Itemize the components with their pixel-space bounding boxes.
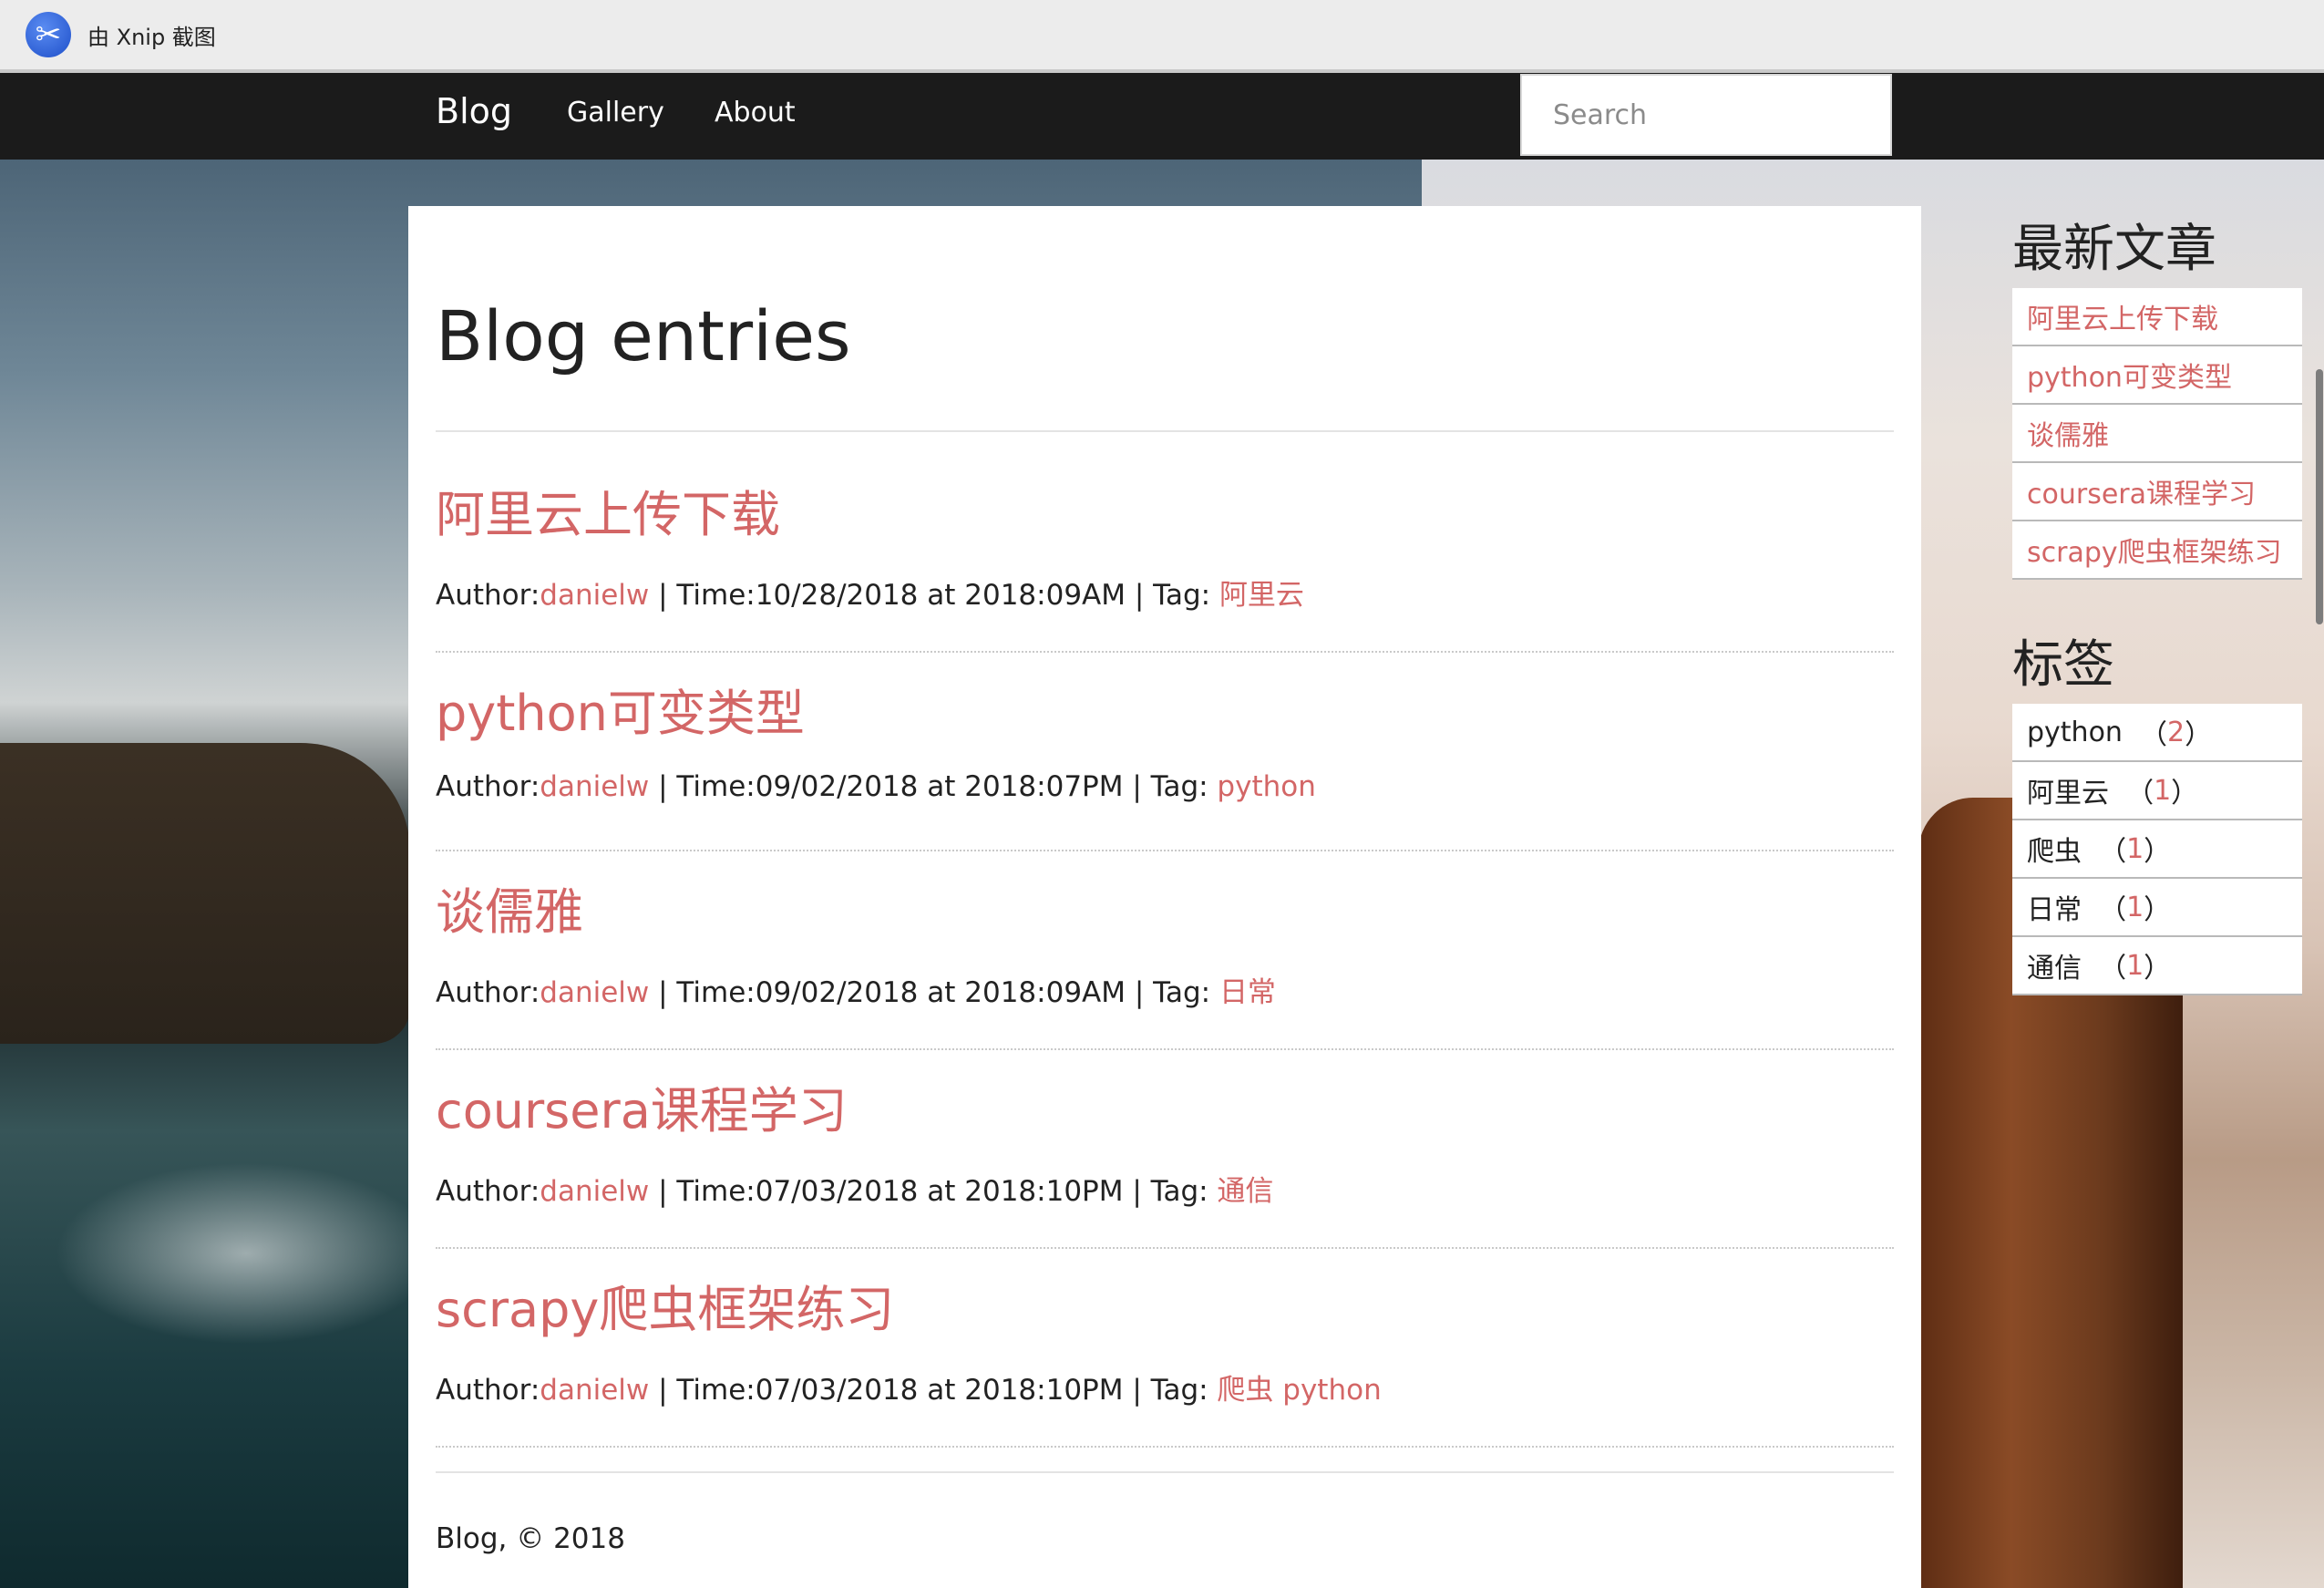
author-label: Author:	[436, 579, 540, 612]
tag-count: 1	[2126, 949, 2144, 982]
search-input[interactable]	[1520, 74, 1892, 156]
entry-time: | Time:07/03/2018 at 2018:10PM | Tag:	[649, 1175, 1218, 1208]
tag-item[interactable]: 阿里云 （1）	[2012, 762, 2302, 820]
tags-heading: 标签	[2012, 635, 2114, 695]
entry-title-link[interactable]: coursera课程学习	[436, 1070, 1894, 1142]
blog-entry: python可变类型 Author:danielw | Time:09/02/2…	[436, 673, 1894, 851]
tag-link[interactable]: 通信	[1217, 1175, 1273, 1208]
entry-meta: Author:danielw | Time:09/02/2018 at 2018…	[436, 969, 1894, 1010]
entry-divider	[436, 1247, 1894, 1249]
entry-meta: Author:danielw | Time:07/03/2018 at 2018…	[436, 1366, 1894, 1408]
author-link[interactable]: danielw	[540, 976, 649, 1009]
entry-meta: Author:danielw | Time:10/28/2018 at 2018…	[436, 572, 1894, 613]
capture-bar-title: 由 Xnip 截图	[87, 24, 216, 50]
blog-entry: 谈儒雅 Author:danielw | Time:09/02/2018 at …	[436, 871, 1894, 1050]
footer-divider	[436, 1471, 1894, 1473]
tag-item[interactable]: 日常 （1）	[2012, 879, 2302, 937]
recent-post-item: 谈儒雅	[2012, 405, 2302, 463]
nav-gallery[interactable]: Gallery	[567, 97, 664, 129]
author-label: Author:	[436, 770, 540, 803]
heading-divider	[436, 430, 1894, 432]
tag-name: 通信	[2027, 953, 2082, 985]
recent-posts-heading: 最新文章	[2012, 220, 2216, 279]
author-link[interactable]: danielw	[540, 579, 649, 612]
entry-divider	[436, 1446, 1894, 1448]
tag-link[interactable]: python	[1217, 770, 1315, 803]
entry-time: | Time:09/02/2018 at 2018:07PM | Tag:	[649, 770, 1218, 803]
tag-count: 2	[2167, 716, 2185, 748]
recent-post-item: scrapy爬虫框架练习	[2012, 521, 2302, 580]
blog-entry: 阿里云上传下载 Author:danielw | Time:10/28/2018…	[436, 474, 1894, 653]
entry-time: | Time:07/03/2018 at 2018:10PM | Tag:	[649, 1374, 1218, 1407]
entry-title-link[interactable]: 谈儒雅	[436, 871, 1894, 944]
author-link[interactable]: danielw	[540, 1175, 649, 1208]
main-panel: Blog entries 阿里云上传下载 Author:danielw | Ti…	[408, 206, 1921, 1588]
brand-link[interactable]: Blog	[436, 91, 512, 131]
nav-about[interactable]: About	[715, 97, 796, 129]
entry-meta: Author:danielw | Time:09/02/2018 at 2018…	[436, 770, 1894, 803]
tag-item[interactable]: 爬虫 （1）	[2012, 820, 2302, 879]
recent-post-item: python可变类型	[2012, 346, 2302, 405]
entry-title-link[interactable]: scrapy爬虫框架练习	[436, 1269, 1894, 1341]
recent-post-link[interactable]: 谈儒雅	[2027, 413, 2109, 453]
page-scrollbar[interactable]	[2316, 369, 2323, 624]
tag-name: python	[2027, 716, 2123, 748]
tag-link[interactable]: 阿里云	[1219, 579, 1304, 612]
recent-post-link[interactable]: coursera课程学习	[2027, 471, 2256, 511]
recent-post-link[interactable]: python可变类型	[2027, 355, 2232, 395]
top-navbar: Blog Gallery About	[0, 73, 2324, 160]
tag-count: 1	[2126, 891, 2144, 923]
blog-entry: coursera课程学习 Author:danielw | Time:07/03…	[436, 1070, 1894, 1249]
tag-name: 阿里云	[2027, 778, 2109, 809]
recent-post-item: 阿里云上传下载	[2012, 288, 2302, 346]
entry-divider	[436, 651, 1894, 653]
tag-item[interactable]: 通信 （1）	[2012, 937, 2302, 995]
entry-divider	[436, 850, 1894, 851]
recent-post-item: coursera课程学习	[2012, 463, 2302, 521]
recent-post-link[interactable]: 阿里云上传下载	[2027, 296, 2218, 336]
tag-link[interactable]: 日常	[1219, 976, 1276, 1009]
entry-divider	[436, 1048, 1894, 1050]
footer-copyright: Blog, © 2018	[436, 1522, 625, 1555]
entry-meta: Author:danielw | Time:07/03/2018 at 2018…	[436, 1168, 1894, 1209]
xnip-logo-icon: ✂	[26, 12, 71, 57]
tags-list: python （2） 阿里云 （1） 爬虫 （1） 日常 （1） 通信 （1）	[2012, 704, 2302, 995]
author-link[interactable]: danielw	[540, 770, 649, 803]
tag-link[interactable]: python	[1282, 1374, 1381, 1407]
author-label: Author:	[436, 976, 540, 1009]
author-label: Author:	[436, 1175, 540, 1208]
author-link[interactable]: danielw	[540, 1374, 649, 1407]
entry-time: | Time:10/28/2018 at 2018:09AM | Tag:	[649, 579, 1219, 612]
entry-time: | Time:09/02/2018 at 2018:09AM | Tag:	[649, 976, 1219, 1009]
recent-posts-list: 阿里云上传下载 python可变类型 谈儒雅 coursera课程学习 scra…	[2012, 288, 2302, 580]
entry-title-link[interactable]: 阿里云上传下载	[436, 474, 1894, 546]
recent-post-link[interactable]: scrapy爬虫框架练习	[2027, 530, 2282, 570]
capture-bar: ✂ 由 Xnip 截图	[0, 0, 2324, 73]
background-rocks	[0, 743, 410, 1044]
background-wave	[55, 1162, 437, 1345]
tag-name: 爬虫	[2027, 836, 2082, 868]
page-title: Blog entries	[436, 295, 851, 376]
entry-title-link[interactable]: python可变类型	[436, 673, 1894, 745]
blog-entry: scrapy爬虫框架练习 Author:danielw | Time:07/03…	[436, 1269, 1894, 1448]
author-label: Author:	[436, 1374, 540, 1407]
tag-count: 1	[2154, 774, 2172, 807]
tag-item[interactable]: python （2）	[2012, 704, 2302, 762]
tag-link[interactable]: 爬虫	[1217, 1374, 1273, 1407]
tag-name: 日常	[2027, 894, 2082, 926]
tag-count: 1	[2126, 832, 2144, 865]
